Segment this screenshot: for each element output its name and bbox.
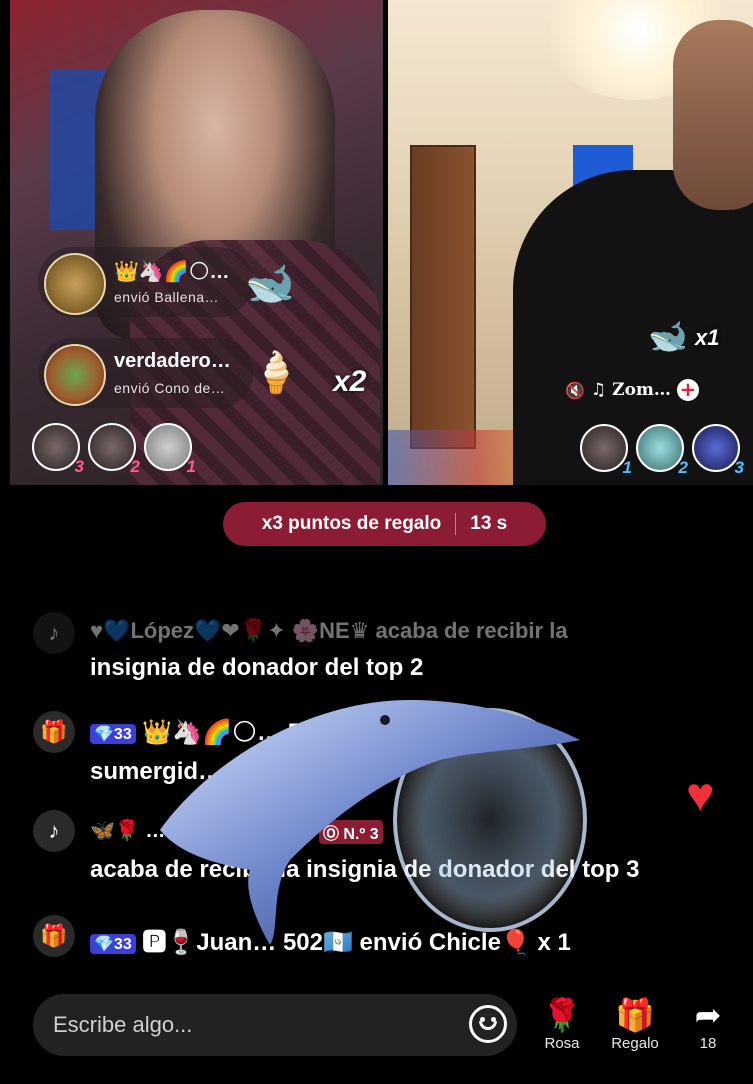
rank-number: 1 xyxy=(622,458,632,477)
left-video-pane[interactable]: 👑🦄🌈🌕… envió Ballena… 🐋 verdadero… envió … xyxy=(10,0,383,485)
gift-multiplier: x1 xyxy=(695,325,720,350)
ice-cream-gift-icon: 🍦 xyxy=(251,350,301,395)
ranking-avatar-3[interactable]: 3 xyxy=(692,424,744,477)
co-host-name: Zom… xyxy=(612,380,671,400)
rank-number: 2 xyxy=(678,458,688,477)
gift-notification-1: 👑🦄🌈🌕… envió Ballena… xyxy=(38,247,253,317)
share-icon: ➦ xyxy=(694,997,722,1033)
gift-box-icon: 🎁 xyxy=(33,915,75,957)
gift-box-icon: 🎁 xyxy=(33,711,75,753)
gift-sender-name: verdadero… xyxy=(114,350,231,372)
emoji-smiley-icon[interactable] xyxy=(469,1005,507,1043)
ranking-avatar-1[interactable]: 1 xyxy=(580,424,632,477)
music-note-icon: ♫ xyxy=(590,380,607,400)
follow-plus-button[interactable]: + xyxy=(676,379,699,401)
right-video-pane[interactable]: 🐋 x1 1 2 3 xyxy=(388,0,753,485)
rank-number: 3 xyxy=(734,458,744,477)
divider xyxy=(455,513,457,535)
muted-speaker-icon: 🔇 xyxy=(565,380,585,400)
chat-line: acaba de recibir la insignia de donador … xyxy=(90,856,640,883)
ranking-avatar-1[interactable]: 1 xyxy=(144,423,196,476)
rose-button[interactable]: 🌹 Rosa xyxy=(527,995,597,1052)
chat-text: 👑🦄🌈🌕… Ballena xyxy=(142,719,374,746)
whale-gift-icon: 🐋 xyxy=(245,261,295,306)
comment-input[interactable]: Escribe algo... xyxy=(33,994,517,1056)
gift-sender-name: 👑🦄🌈🌕… xyxy=(114,261,230,283)
rank-number: 3 xyxy=(74,457,84,476)
rank-number: 1 xyxy=(186,457,196,476)
tiktok-icon: ♪ xyxy=(33,612,75,654)
points-text: x3 puntos de regalo xyxy=(261,513,442,534)
ranking-avatar-2[interactable]: 2 xyxy=(88,423,140,476)
avatar xyxy=(44,344,106,406)
comment-placeholder: Escribe algo... xyxy=(53,1012,193,1037)
rose-label: Rosa xyxy=(544,1035,580,1052)
streamer-right-head xyxy=(673,20,753,210)
ranking-avatar-2[interactable]: 2 xyxy=(636,424,688,477)
fan-level-badge: 💎33 xyxy=(90,723,136,744)
gift-icon: 🎁 xyxy=(615,997,655,1033)
gift-notification-2: verdadero… envió Cono de… xyxy=(38,338,253,408)
chat-line: 🦋🌹 … 🌹🦋FOR …🦋 Ⓞ N.º 3 xyxy=(90,818,383,844)
water-splash xyxy=(393,708,587,932)
points-timer: 13 s xyxy=(470,513,508,534)
rank-badge: Ⓞ N.º 3 xyxy=(318,819,383,844)
chat-line: 💎33 🅿🍷Juan… 502🇬🇹 envió Chicle🎈 x 1 xyxy=(90,922,571,957)
avatar xyxy=(44,253,106,315)
chat-line: insignia de donador del top 2 xyxy=(90,654,424,681)
share-count: 18 xyxy=(699,1035,717,1052)
rose-icon: 🌹 xyxy=(542,997,582,1033)
chat-text: 🦋🌹 … 🌹🦋FOR …🦋 xyxy=(90,820,314,842)
gift-message: envió Cono de… xyxy=(114,380,226,396)
co-host-label[interactable]: 🔇 ♫ Zom… + xyxy=(565,375,699,405)
gift-label: Regalo xyxy=(611,1035,659,1052)
rank-number: 2 xyxy=(130,457,140,476)
heart-like-icon: ♥ xyxy=(686,769,715,822)
gift-points-banner[interactable]: x3 puntos de regalo 13 s xyxy=(223,502,546,546)
ranking-avatar-3[interactable]: 3 xyxy=(32,423,84,476)
gift-message: envió Ballena… xyxy=(114,289,220,305)
chat-text: 🅿🍷Juan… 502🇬🇹 envió Chicle🎈 x 1 xyxy=(142,929,571,956)
gift-button[interactable]: 🎁 Regalo xyxy=(600,995,670,1052)
chat-line: 💎33 👑🦄🌈🌕… Ballena xyxy=(90,718,373,747)
whale-gift-icon: 🐋 xyxy=(648,318,688,354)
gift-multiplier: x2 xyxy=(333,365,367,398)
whale-eye xyxy=(380,715,390,725)
door xyxy=(410,145,476,449)
chat-line: ♥💙López💙❤🌹✦ 🌸NE♛ acaba de recibir la xyxy=(90,618,568,643)
fan-level-badge: 💎33 xyxy=(90,933,136,954)
share-button[interactable]: ➦ 18 xyxy=(673,995,743,1052)
chat-line: sumergid… xyxy=(90,758,223,785)
tiktok-icon: ♪ xyxy=(33,810,75,852)
